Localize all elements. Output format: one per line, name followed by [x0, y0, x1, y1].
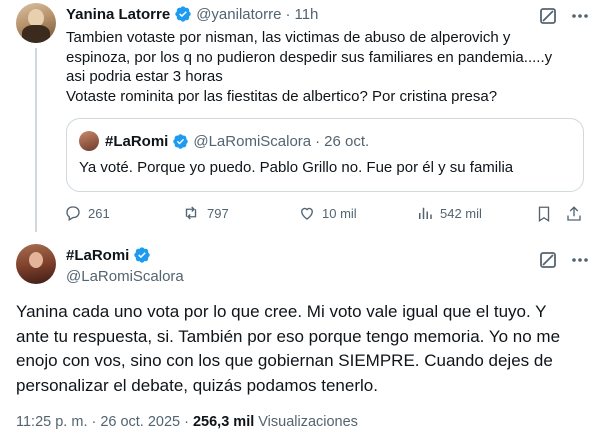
author-name[interactable]: Yanina Latorre — [66, 6, 170, 23]
reply-count: 261 — [88, 205, 110, 221]
views-label: Visualizaciones — [258, 414, 358, 430]
reply-tweet-body: Yanina cada uno vota por lo que cree. Mi… — [16, 300, 592, 398]
tweet-text-line: espinoza, por los q no pudieron despedir… — [66, 48, 553, 66]
yanina-avatar[interactable] — [16, 3, 56, 43]
quoted-author-name: #LaRomi — [105, 132, 169, 150]
retweet-icon — [185, 206, 197, 220]
header-separator: · — [285, 5, 291, 23]
tweet-text-line: asi podria estar 3 horas — [66, 68, 223, 85]
share-icon[interactable] — [565, 205, 585, 225]
more-options-icon[interactable] — [568, 250, 592, 270]
verified-badge-icon — [173, 133, 189, 149]
thread-connector-line — [35, 48, 37, 232]
tweet-text-line: Tambien votaste por nisman, las victimas… — [66, 29, 511, 46]
reply-author-block: #LaRomi @LaRomiScalora — [66, 245, 184, 286]
reply-author-handle[interactable]: @LaRomiScalora — [66, 268, 184, 285]
quoted-separator: · — [315, 132, 321, 150]
grok-icon[interactable] — [538, 250, 558, 270]
views-count: 542 mil — [440, 205, 482, 221]
meta-separator: · — [184, 414, 189, 430]
more-options-icon[interactable] — [568, 6, 592, 26]
grok-icon[interactable] — [538, 6, 558, 26]
tweet-text-line: Votaste rominita por las fiestitas de al… — [66, 87, 498, 105]
tweet-metadata: 11:25 p. m. · 26 oct. 2025 · 256,3 mil V… — [16, 414, 358, 430]
quoted-author-avatar — [79, 131, 99, 151]
views-total: 256,3 mil — [192, 414, 255, 430]
quoted-tweet-header: #LaRomi @LaRomiScalora · 26 oct. — [105, 131, 369, 151]
reply-text-line: ante tu respuesta, si. También por eso p… — [16, 326, 561, 346]
views-bar-chart-icon — [419, 207, 432, 219]
reply-date[interactable]: 26 oct. 2025 — [100, 414, 180, 430]
retweet-count: 797 — [207, 205, 229, 221]
verified-badge-icon — [175, 6, 191, 22]
like-action[interactable]: 10 mil — [298, 204, 357, 222]
reply-icon — [66, 206, 80, 221]
heart-icon — [301, 207, 313, 220]
reply-text-line: personalizar el debate, quizás podamos t… — [16, 375, 378, 395]
like-count: 10 mil — [322, 205, 357, 221]
reply-action[interactable]: 261 — [64, 204, 110, 222]
quoted-tweet-card[interactable]: #LaRomi @LaRomiScalora · 26 oct. Ya voté… — [66, 118, 584, 192]
reply-text-line: Yanina cada uno vota por lo que cree. Mi… — [16, 302, 547, 321]
reply-author-name[interactable]: #LaRomi — [66, 247, 129, 264]
quoted-date: 26 oct. — [324, 132, 370, 150]
quoted-tweet-text: Ya voté. Porque yo puedo. Pablo Grillo n… — [79, 159, 514, 176]
bookmark-icon[interactable] — [535, 205, 555, 225]
tweet-body: Tambien votaste por nisman, las victimas… — [66, 28, 594, 106]
verified-badge-icon — [134, 247, 151, 263]
views-action[interactable]: 542 mil — [416, 204, 482, 222]
author-handle[interactable]: @yanilatorre — [196, 6, 281, 23]
reply-text-line: enojo con vos, sino con los que gobierna… — [16, 351, 553, 370]
meta-separator: · — [91, 414, 97, 430]
quoted-author-handle: @LaRomiScalora — [193, 132, 312, 150]
reply-time[interactable]: 11:25 p. m. — [16, 414, 87, 430]
retweet-action[interactable]: 797 — [181, 204, 229, 222]
tweet-time[interactable]: 11h — [294, 6, 318, 23]
tweet-header: Yanina Latorre @yanilatorre · 11h — [66, 4, 318, 24]
laromi-avatar[interactable] — [16, 244, 56, 284]
